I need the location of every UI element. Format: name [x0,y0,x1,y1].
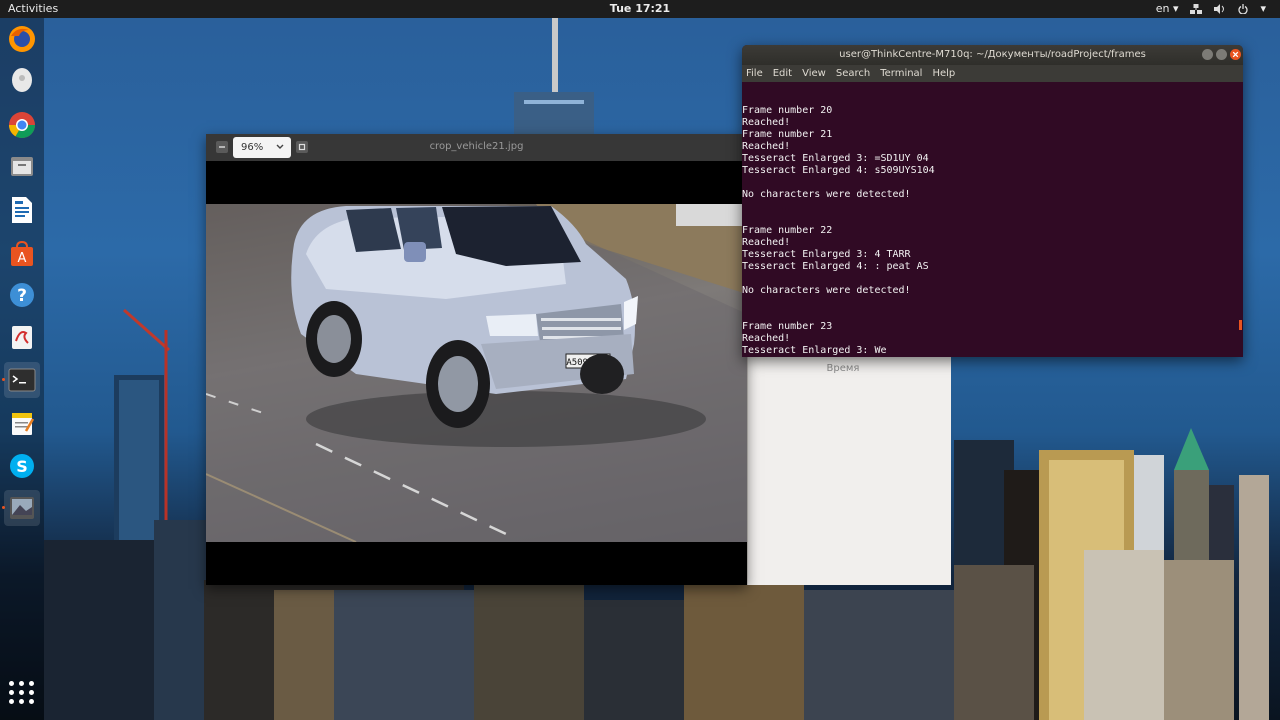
top-panel: Activities Tue 17:21 en ▾ ▾ [0,0,1280,18]
terminal-line: Reached! [742,141,791,152]
text-editor-icon [12,413,35,435]
terminal-line: Tesseract Enlarged 3: 4 TARR [742,249,911,260]
svg-text:A: A [18,251,27,266]
dock-terminal[interactable] [2,362,40,398]
minus-icon [219,146,225,148]
terminal-line: Tesseract Enlarged 3: We [742,345,887,356]
language-indicator[interactable]: en ▾ [1156,2,1179,15]
dock-firefox[interactable] [4,21,40,57]
network-icon[interactable] [1190,3,1203,14]
show-applications-button[interactable] [4,674,40,710]
running-indicator [2,506,5,509]
dock-writer[interactable] [4,192,40,228]
software-center-icon: A [11,240,33,266]
language-label: en [1155,2,1170,15]
terminal-titlebar[interactable]: user@ThinkCentre-M710q: ~/Документы/road… [742,45,1243,65]
menu-caret-icon[interactable]: ▾ [1260,2,1266,15]
terminal-line: Frame number 23 [742,321,833,332]
disk-icon [12,68,32,92]
terminal-line: Tesseract Enlarged 4: s509UYS104 [742,165,935,176]
vehicle-photo: A509UY07 [206,204,747,542]
firefox-icon [9,26,35,52]
menu-search[interactable]: Search [836,68,870,79]
menu-view[interactable]: View [802,68,826,79]
dock-image-viewer[interactable] [2,490,40,526]
dock: A ? S [0,18,44,720]
maximize-button[interactable] [1216,49,1227,60]
dock-chrome[interactable] [4,107,40,143]
terminal-output[interactable]: Frame number 20 Reached! Frame number 21 Re… [742,82,1239,357]
viewer-header: 96% crop_vehicle21.jpg [206,134,747,161]
terminal-line: Frame number 20 [742,105,833,116]
image-viewer-icon [10,497,34,519]
terminal-window[interactable]: user@ThinkCentre-M710q: ~/Документы/road… [742,45,1243,357]
skype-icon: S [10,454,34,478]
close-button[interactable] [1230,49,1241,60]
terminal-line: Tesseract Enlarged 3: =SD1UY 04 [742,153,929,164]
background-window[interactable]: Время [747,355,951,585]
dock-skype[interactable]: S [4,448,40,484]
terminal-scrollbar[interactable] [1239,320,1242,330]
fit-icon [298,143,306,151]
power-icon[interactable] [1238,3,1249,14]
terminal-title: user@ThinkCentre-M710q: ~/Документы/road… [839,49,1146,60]
svg-text:S: S [16,457,28,476]
clock[interactable]: Tue 17:21 [0,2,1280,15]
chrome-icon [8,112,36,139]
chevron-down-icon [276,144,284,149]
menu-file[interactable]: File [746,68,763,79]
image-viewer-window[interactable]: 96% crop_vehicle21.jpg [206,134,747,585]
chevron-down-icon: ▾ [1172,2,1179,15]
terminal-line: Reached! [742,237,791,248]
dock-app-red[interactable] [4,319,40,355]
dock-text-editor[interactable] [4,405,40,441]
close-icon [1232,51,1239,58]
app-red-icon [12,326,32,349]
menu-terminal[interactable]: Terminal [880,68,922,79]
zoom-level-select[interactable]: 96% [233,137,291,158]
terminal-icon [8,368,36,392]
system-tray: en ▾ ▾ [1156,2,1266,15]
running-indicator [2,378,5,381]
volume-icon[interactable] [1214,3,1226,14]
help-icon: ? [10,283,34,307]
terminal-line: Reached! [742,117,791,128]
files-icon [11,157,33,176]
zoom-level-value: 96% [241,142,264,153]
dock-disk[interactable] [4,62,40,98]
terminal-line: No characters were detected! [742,285,911,296]
terminal-menubar: File Edit View Search Terminal Help [742,65,1243,82]
terminal-line: Tesseract Enlarged 4: : peat AS [742,261,929,272]
dock-files[interactable] [4,148,40,184]
dock-help[interactable]: ? [4,277,40,313]
menu-help[interactable]: Help [932,68,955,79]
writer-icon [12,197,32,223]
column-label-time: Время [826,363,860,374]
zoom-out-button[interactable] [216,141,228,153]
terminal-line: No characters were detected! [742,189,911,200]
dock-software-center[interactable]: A [4,236,40,272]
terminal-line: Reached! [742,333,791,344]
zoom-fit-button[interactable] [296,141,308,153]
svg-text:?: ? [17,286,27,306]
terminal-line: Frame number 21 [742,129,833,140]
vehicle-image: A509UY07 [206,204,747,542]
activities-button[interactable]: Activities [8,2,58,15]
minimize-button[interactable] [1202,49,1213,60]
terminal-line: Frame number 22 [742,225,833,236]
menu-edit[interactable]: Edit [773,68,792,79]
